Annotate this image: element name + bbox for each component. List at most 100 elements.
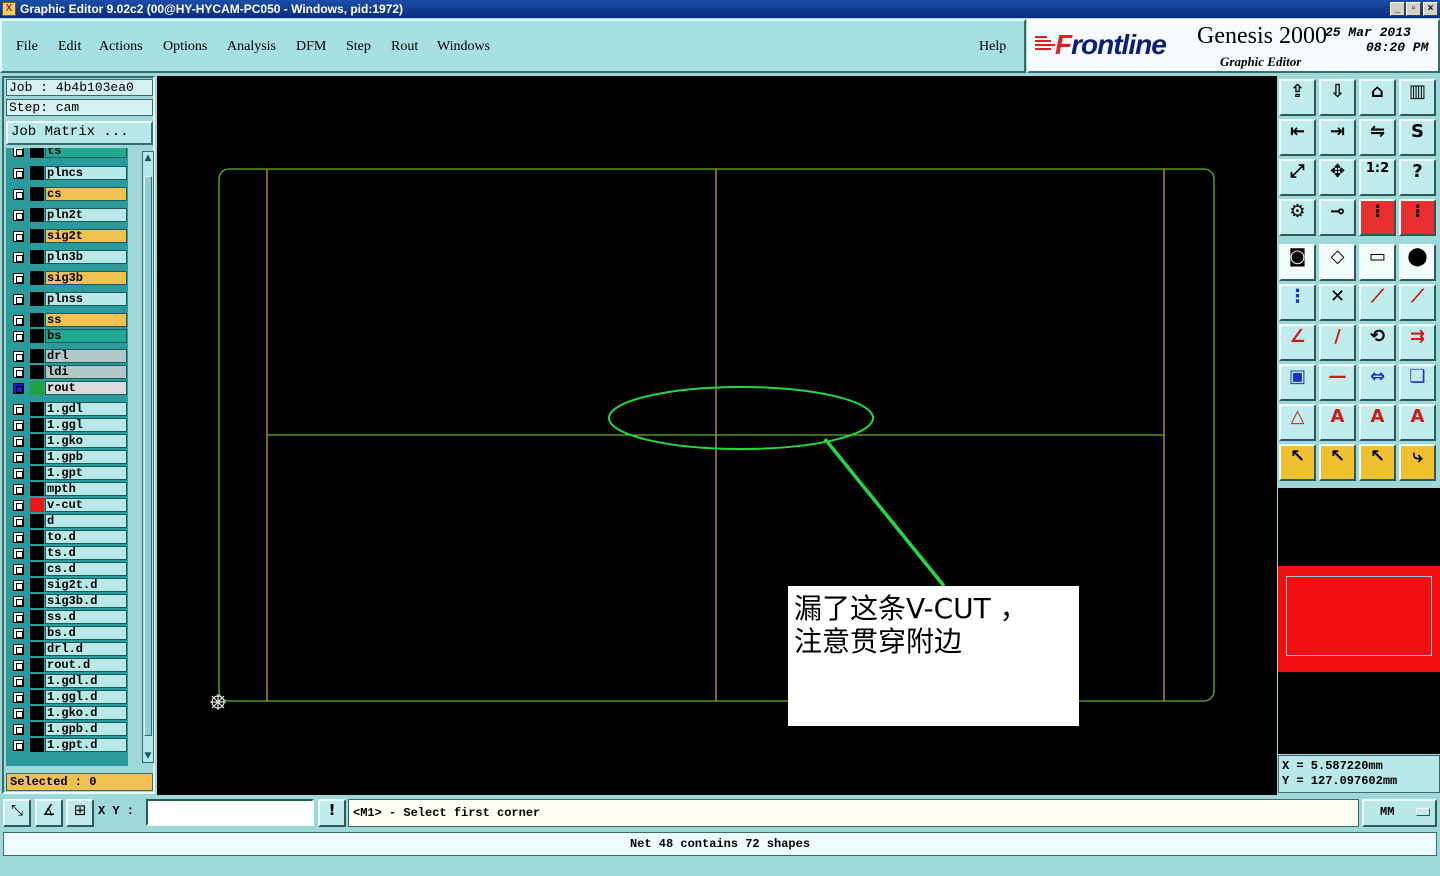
layer-color-swatch[interactable] [30, 208, 44, 222]
layer-name[interactable]: rout.d [45, 658, 127, 672]
layer-color-swatch[interactable] [30, 271, 44, 285]
layer-checkbox[interactable] [13, 708, 24, 719]
export-button[interactable]: ⇥ [1319, 119, 1356, 156]
layer-name[interactable]: ts.d [45, 546, 127, 560]
menu-windows[interactable]: Windows [437, 39, 490, 55]
layer-row-cs[interactable]: cs [6, 187, 128, 201]
layer-color-swatch[interactable] [30, 626, 44, 640]
mirror-button[interactable]: ⇋ [1359, 119, 1396, 156]
layer-checkbox[interactable] [13, 315, 24, 326]
layer-name[interactable]: rout [45, 381, 127, 395]
layer-row-1.gpt[interactable]: 1.gpt [6, 466, 128, 480]
layer-row-plnss[interactable]: plnss [6, 292, 128, 306]
layer-color-swatch[interactable] [30, 292, 44, 306]
netlist-button[interactable]: ⁝ [1359, 199, 1396, 236]
window-split-button[interactable]: ▥ [1399, 79, 1436, 116]
layer-checkbox[interactable] [13, 331, 24, 342]
layer-row-pln3b[interactable]: pln3b [6, 250, 128, 264]
layer-name[interactable]: ss [45, 313, 127, 327]
layer-color-swatch[interactable] [30, 329, 44, 343]
scroll-thumb[interactable] [144, 176, 152, 736]
layer-checkbox[interactable] [13, 500, 24, 511]
layer-checkbox[interactable] [13, 252, 24, 263]
layer-checkbox[interactable] [13, 168, 24, 179]
layer-name[interactable]: ldi [45, 365, 127, 379]
layer-name[interactable]: 1.gko.d [45, 706, 127, 720]
snap-angle-icon[interactable]: ∡ [35, 799, 63, 827]
job-matrix-button[interactable]: Job Matrix ... [6, 121, 153, 145]
layer-checkbox[interactable] [13, 612, 24, 623]
units-select[interactable]: MM [1362, 799, 1437, 827]
layer-checkbox[interactable] [13, 383, 24, 394]
layer-checkbox[interactable] [13, 548, 24, 559]
layer-color-swatch[interactable] [30, 365, 44, 379]
layer-color-swatch[interactable] [30, 466, 44, 480]
layer-color-swatch[interactable] [30, 706, 44, 720]
layer-checkbox[interactable] [13, 189, 24, 200]
layer-checkbox[interactable] [13, 404, 24, 415]
layer-color-swatch[interactable] [30, 578, 44, 592]
layer-name[interactable]: to.d [45, 530, 127, 544]
layer-color-swatch[interactable] [30, 594, 44, 608]
layer-checkbox[interactable] [13, 692, 24, 703]
layer-checkbox[interactable] [13, 210, 24, 221]
layer-color-swatch[interactable] [30, 562, 44, 576]
prompt-alert-icon[interactable]: ! [318, 799, 346, 827]
layer-name[interactable]: 1.ggl [45, 418, 127, 432]
close-button[interactable]: × [1423, 2, 1438, 16]
square-point-button[interactable]: ▣ [1279, 364, 1316, 401]
layer-name[interactable]: sig2t [45, 229, 127, 243]
grid-icon[interactable]: ⊞ [66, 799, 94, 827]
layer-row-plncs[interactable]: plncs [6, 166, 128, 180]
layer-color-swatch[interactable] [30, 187, 44, 201]
layer-row-1.gdl[interactable]: 1.gdl [6, 402, 128, 416]
angle-button[interactable]: ∠ [1279, 324, 1316, 361]
layer-name[interactable]: ts [45, 148, 127, 158]
layer-checkbox[interactable] [13, 660, 24, 671]
layer-name[interactable]: 1.ggl.d [45, 690, 127, 704]
dropdown-icon[interactable] [1416, 808, 1430, 816]
line-end-button[interactable]: ⟋ [1399, 284, 1436, 321]
layer-checkbox[interactable] [13, 452, 24, 463]
layer-checkbox[interactable] [13, 273, 24, 284]
probe-button[interactable]: ⊸ [1319, 199, 1356, 236]
layer-name[interactable]: pln2t [45, 208, 127, 222]
layer-row-1.gdl.d[interactable]: 1.gdl.d [6, 674, 128, 688]
layer-color-swatch[interactable] [30, 349, 44, 363]
layer-name[interactable]: cs.d [45, 562, 127, 576]
pointer-select-button[interactable]: ↖ [1319, 444, 1356, 481]
home-button[interactable]: ⌂ [1359, 79, 1396, 116]
layer-row-drl[interactable]: drl [6, 349, 128, 363]
layer-name[interactable]: sig3b.d [45, 594, 127, 608]
line-point-button[interactable]: ⟋ [1359, 284, 1396, 321]
flip-button[interactable]: ⇉ [1399, 324, 1436, 361]
menu-rout[interactable]: Rout [391, 39, 418, 55]
layer-color-swatch[interactable] [30, 642, 44, 656]
layer-row-mpth[interactable]: mpth [6, 482, 128, 496]
layer-row-rout[interactable]: rout [6, 381, 128, 395]
layer-row-cs.d[interactable]: cs.d [6, 562, 128, 576]
layer-name[interactable]: 1.gpb.d [45, 722, 127, 736]
menu-file[interactable]: File [16, 39, 38, 55]
layer-name[interactable]: 1.gdl.d [45, 674, 127, 688]
pan-button[interactable]: ✥ [1319, 159, 1356, 196]
layer-row-1.gko.d[interactable]: 1.gko.d [6, 706, 128, 720]
triangle-c-button[interactable]: A [1399, 404, 1436, 441]
layer-row-pln2t[interactable]: pln2t [6, 208, 128, 222]
menu-help[interactable]: Help [979, 39, 1006, 55]
layer-color-swatch[interactable] [30, 658, 44, 672]
triangle-button[interactable]: △ [1279, 404, 1316, 441]
restore-button[interactable]: ▫ [1406, 2, 1421, 16]
tools-button[interactable]: ⚙ [1279, 199, 1316, 236]
layer-row-sig2t.d[interactable]: sig2t.d [6, 578, 128, 592]
layer-color-swatch[interactable] [30, 148, 44, 158]
layer-row-1.gko[interactable]: 1.gko [6, 434, 128, 448]
layer-checkbox[interactable] [13, 564, 24, 575]
layer-checkbox[interactable] [13, 532, 24, 543]
open-job-button[interactable]: ⇪ [1279, 79, 1316, 116]
layer-name[interactable]: pln3b [45, 250, 127, 264]
snap-pad-button[interactable]: ◙ [1279, 244, 1316, 281]
layer-name[interactable]: 1.gdl [45, 402, 127, 416]
layer-color-swatch[interactable] [30, 690, 44, 704]
menu-step[interactable]: Step [346, 39, 371, 55]
